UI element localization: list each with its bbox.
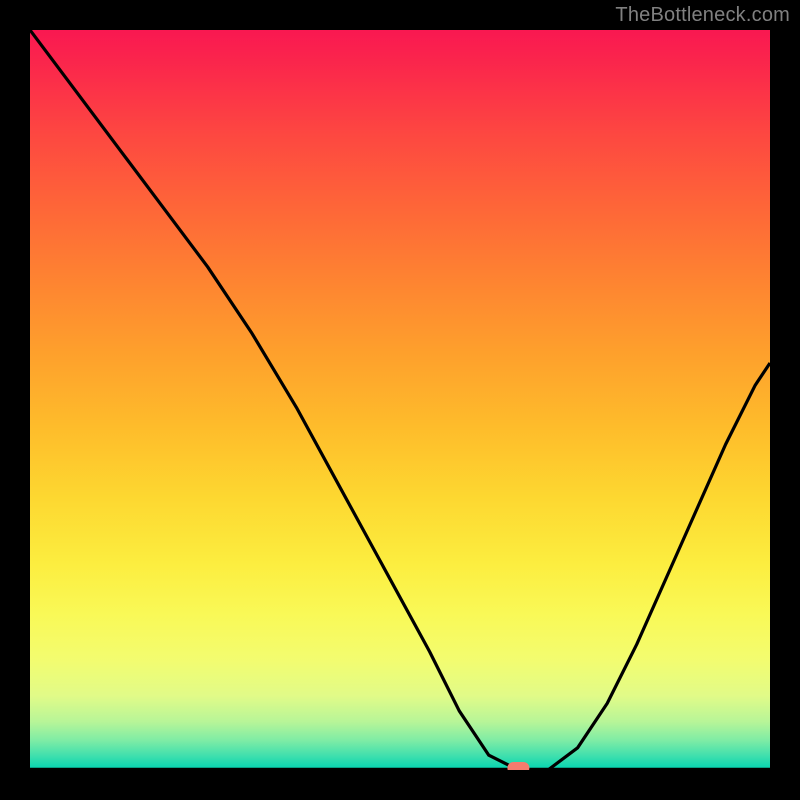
watermark-text: TheBottleneck.com [615, 4, 790, 27]
chart-frame: TheBottleneck.com [0, 0, 800, 800]
bottleneck-curve [30, 30, 770, 770]
optimum-marker [507, 762, 529, 770]
curve-layer [30, 30, 770, 770]
plot-area [30, 30, 770, 770]
